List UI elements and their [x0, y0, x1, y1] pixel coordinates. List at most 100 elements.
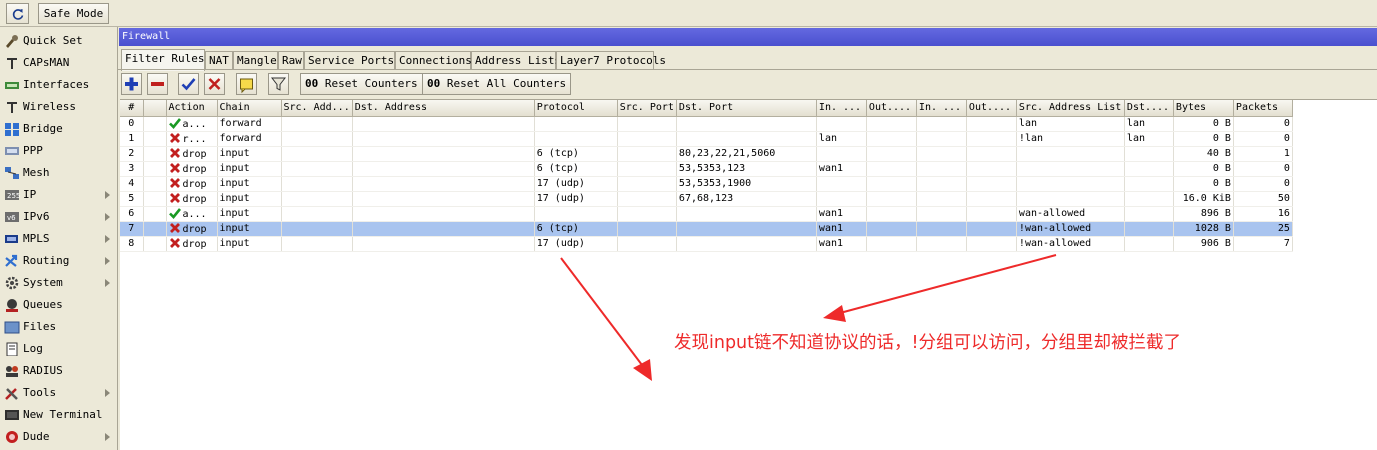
tab-service-ports[interactable]: Service Ports: [304, 51, 395, 70]
reset-all-counters-button[interactable]: 00 Reset All Counters: [422, 73, 572, 95]
cell-src-list: [1016, 191, 1125, 207]
action-cell: a...: [166, 206, 218, 222]
sidebar-item-ip[interactable]: 255 IP: [0, 184, 117, 206]
reset-counters-button[interactable]: 00 Reset Counters: [300, 73, 423, 95]
column-header[interactable]: Bytes: [1173, 100, 1234, 117]
comment-button[interactable]: [236, 73, 257, 95]
tab-raw[interactable]: Raw: [278, 51, 304, 70]
table-row[interactable]: 3 drop input 6 (tcp) 53,5353,123 wan1 0 B0: [120, 161, 1293, 177]
safe-mode-button[interactable]: Safe Mode: [38, 3, 109, 24]
sidebar-item-quick-set[interactable]: Quick Set: [0, 30, 117, 52]
sidebar-item-dude[interactable]: Dude: [0, 426, 117, 448]
cell-num: 5: [120, 191, 144, 207]
action-label: drop: [182, 164, 207, 175]
table-row[interactable]: 5 drop input 17 (udp) 67,68,123 16.0 KiB 50: [120, 191, 1293, 207]
wireless-icon: [7, 102, 17, 113]
row-flag-cell: [143, 221, 167, 237]
sidebar-item-routing[interactable]: Routing: [0, 250, 117, 272]
table-row[interactable]: 8 drop input 17 (udp) wan1 !wan-allowed 906 B7: [120, 236, 1293, 252]
column-header[interactable]: Src. Add...: [281, 100, 353, 117]
tab-connections[interactable]: Connections: [395, 51, 472, 70]
column-header[interactable]: Protocol: [534, 100, 618, 117]
cell-out-list: [966, 191, 1017, 207]
column-header[interactable]: Out....: [866, 100, 917, 117]
counter-badge: 00: [305, 77, 319, 90]
bridge-icon: [5, 123, 19, 136]
column-header[interactable]: In. ...: [916, 100, 967, 117]
sidebar-item-system[interactable]: System: [0, 272, 117, 294]
tab-mangle[interactable]: Mangle: [233, 51, 278, 70]
sidebar-item-new-terminal[interactable]: New Terminal: [0, 404, 117, 426]
column-header[interactable]: Dst. Port: [676, 100, 817, 117]
column-header[interactable]: Dst....: [1124, 100, 1174, 117]
cell-in-list: [916, 176, 967, 192]
dude-icon: [6, 431, 18, 443]
cell-chain: input: [217, 146, 282, 162]
tab-layer7-protocols[interactable]: Layer7 Protocols: [556, 51, 666, 70]
table-row[interactable]: 4 drop input 17 (udp) 53,5353,1900 0 B0: [120, 176, 1293, 192]
enable-button[interactable]: [178, 73, 199, 95]
sidebar-item-wireless[interactable]: Wireless: [0, 96, 117, 118]
tab-nat[interactable]: NAT: [205, 51, 233, 70]
column-header[interactable]: Src. Address List: [1016, 100, 1125, 117]
counter-badge: 00: [427, 77, 441, 90]
ipv6-icon: v6: [5, 212, 19, 222]
sidebar-item-log[interactable]: Log: [0, 338, 117, 360]
column-header[interactable]: Out....: [966, 100, 1017, 117]
column-header[interactable]: Packets: [1233, 100, 1293, 117]
filter-button[interactable]: [268, 73, 289, 95]
cell-dst-addr: [352, 131, 535, 147]
column-header[interactable]: Dst. Address: [352, 100, 535, 117]
cell-out-list: [966, 206, 1017, 222]
column-header[interactable]: In. ...: [816, 100, 867, 117]
system-icon: [5, 276, 19, 290]
cell-dst-addr: [352, 116, 535, 132]
cell-num: 8: [120, 236, 144, 252]
tab-address-lists[interactable]: Address Lists: [471, 51, 561, 70]
cell-packets: 50: [1233, 191, 1293, 207]
sidebar-item-tools[interactable]: Tools: [0, 382, 117, 404]
column-header[interactable]: #: [120, 100, 144, 117]
cell-out-list: [966, 176, 1017, 192]
undo-button[interactable]: [6, 3, 29, 24]
column-header[interactable]: Src. Port: [617, 100, 677, 117]
sidebar-item-ipv6[interactable]: v6 IPv6: [0, 206, 117, 228]
cell-out-iface: [866, 191, 917, 207]
table-row[interactable]: 7 drop input 6 (tcp) wan1 !wan-allowed 1028 B2…: [120, 221, 1293, 237]
cell-dst-addr: [352, 176, 535, 192]
action-label: drop: [182, 149, 207, 160]
cell-src-port: [617, 146, 677, 162]
table-row[interactable]: 2 drop input 6 (tcp) 80,23,22,21,5060 40 B1: [120, 146, 1293, 162]
firewall-window: Firewall Filter Rules NAT Mangle Raw Service…: [118, 27, 1377, 450]
table-row[interactable]: 6 a... input wan1 wan-allowed 896 B 16: [120, 206, 1293, 222]
column-header[interactable]: Chain: [217, 100, 282, 117]
sidebar-item-interfaces[interactable]: Interfaces: [0, 74, 117, 96]
sidebar-item-mesh[interactable]: Mesh: [0, 162, 117, 184]
sidebar-item-ppp[interactable]: PPP: [0, 140, 117, 162]
tab-filter-rules[interactable]: Filter Rules: [121, 49, 205, 71]
column-header[interactable]: Action: [166, 100, 218, 117]
sidebar-item-radius[interactable]: RADIUS: [0, 360, 117, 382]
remove-button[interactable]: [147, 73, 168, 95]
cell-protocol: 6 (tcp): [534, 161, 618, 177]
sidebar-item-capsman[interactable]: CAPsMAN: [0, 52, 117, 74]
add-button[interactable]: [121, 73, 142, 95]
disable-button[interactable]: [204, 73, 225, 95]
cell-src-list: [1016, 176, 1125, 192]
cell-bytes: 16.0 KiB: [1173, 191, 1234, 207]
sidebar-item-queues[interactable]: Queues: [0, 294, 117, 316]
table-row[interactable]: 0 a... forward lan lan 0 B0: [120, 116, 1293, 132]
table-row[interactable]: 1 r... forward lan !lan lan 0 B0: [120, 131, 1293, 147]
sidebar-item-bridge[interactable]: Bridge: [0, 118, 117, 140]
sidebar-item-mpls[interactable]: MPLS: [0, 228, 117, 250]
sidebar-item-label: MPLS: [23, 232, 50, 245]
sidebar-item-files[interactable]: Files: [0, 316, 117, 338]
cell-in-iface: wan1: [816, 236, 867, 252]
cell-dst-list: [1124, 161, 1174, 177]
cell-in-iface: lan: [816, 131, 867, 147]
cell-in-iface: [816, 191, 867, 207]
reject-icon: [169, 133, 180, 143]
cell-in-list: [916, 146, 967, 162]
column-header[interactable]: [143, 100, 167, 117]
row-flag-cell: [143, 146, 167, 162]
